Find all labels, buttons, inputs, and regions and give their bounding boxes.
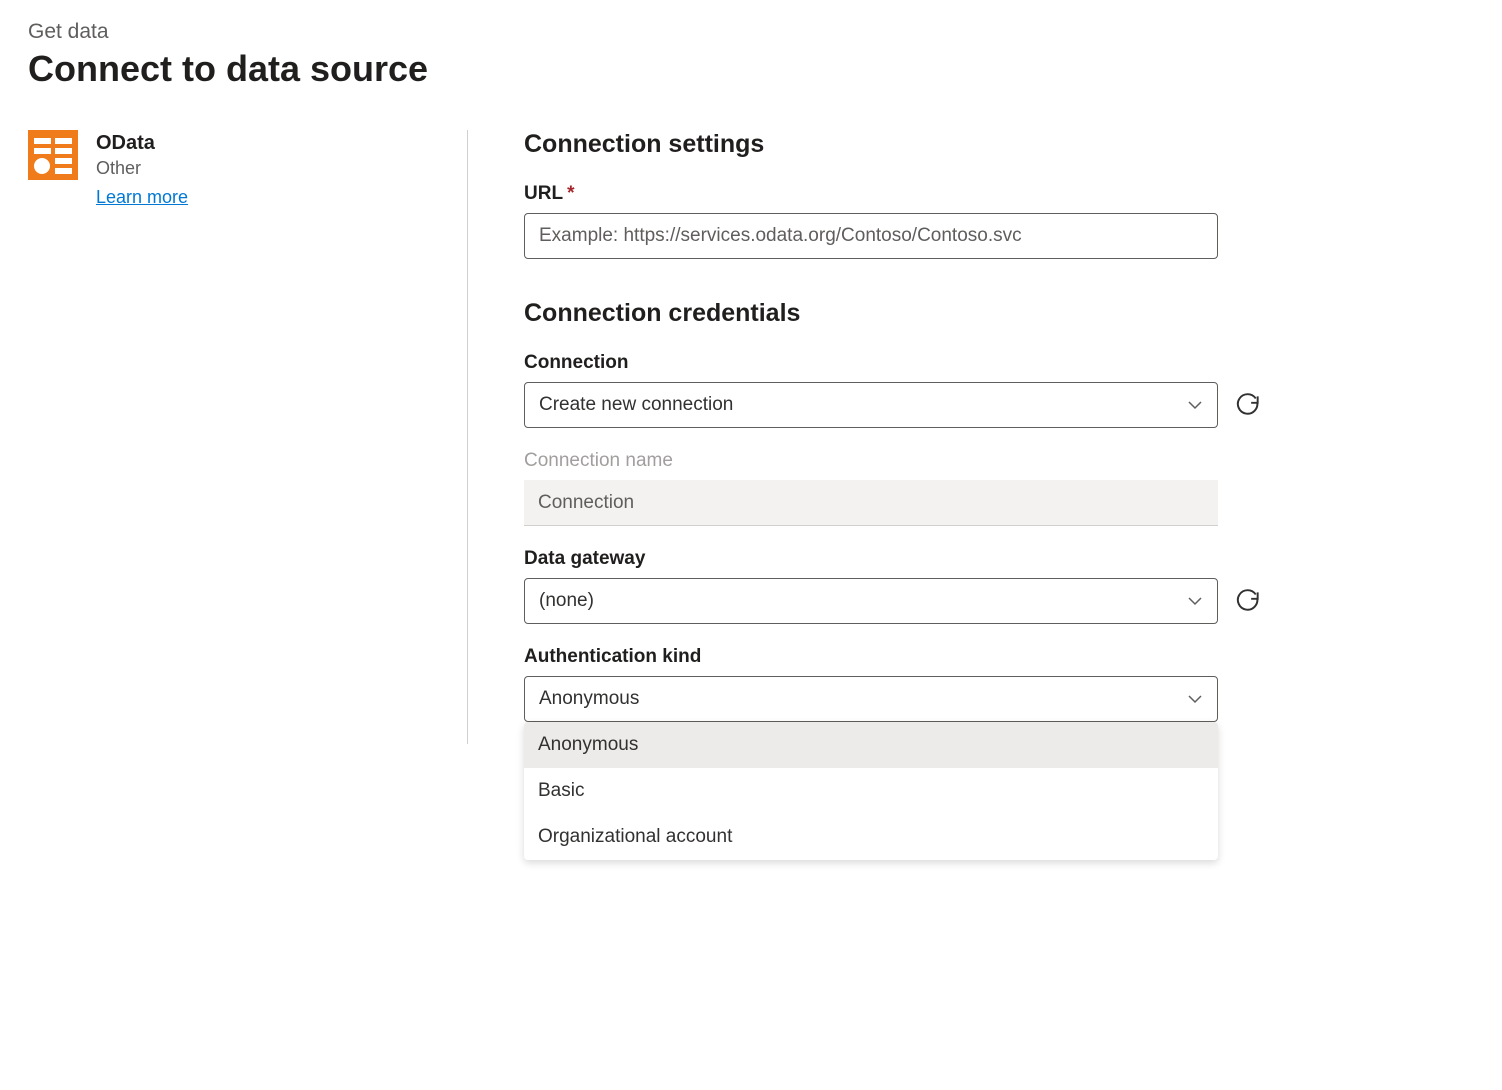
auth-kind-dropdown[interactable]: Anonymous	[524, 676, 1218, 722]
auth-kind-dropdown-value: Anonymous	[539, 688, 639, 710]
chevron-down-icon	[1187, 397, 1203, 413]
connection-dropdown[interactable]: Create new connection	[524, 382, 1218, 428]
connection-settings-title: Connection settings	[524, 130, 1274, 159]
odata-connector-icon	[28, 130, 78, 180]
gateway-dropdown-value: (none)	[539, 590, 594, 612]
chevron-down-icon	[1187, 593, 1203, 609]
connector-sidebar: OData Other Learn more	[28, 130, 468, 744]
page-title: Connect to data source	[28, 48, 1474, 90]
refresh-connection-icon[interactable]	[1236, 392, 1262, 418]
connector-card: OData Other Learn more	[28, 130, 437, 208]
url-label: URL*	[524, 183, 1274, 205]
connector-name: OData	[96, 130, 188, 156]
auth-option-organizational[interactable]: Organizational account	[524, 814, 1218, 860]
auth-option-anonymous[interactable]: Anonymous	[524, 722, 1218, 768]
gateway-label: Data gateway	[524, 548, 1274, 570]
auth-kind-dropdown-list: Anonymous Basic Organizational account	[524, 722, 1218, 860]
required-indicator: *	[567, 183, 574, 204]
refresh-gateway-icon[interactable]	[1236, 588, 1262, 614]
connection-name-input	[524, 480, 1218, 526]
auth-option-basic[interactable]: Basic	[524, 768, 1218, 814]
connection-name-label: Connection name	[524, 450, 1274, 472]
connector-category: Other	[96, 158, 188, 179]
connection-label: Connection	[524, 352, 1274, 374]
url-input[interactable]	[524, 213, 1218, 259]
auth-kind-label: Authentication kind	[524, 646, 1274, 668]
chevron-down-icon	[1187, 691, 1203, 707]
main-form: Connection settings URL* Connection cred…	[468, 130, 1474, 744]
connection-dropdown-value: Create new connection	[539, 394, 733, 416]
learn-more-link[interactable]: Learn more	[96, 187, 188, 208]
connection-credentials-title: Connection credentials	[524, 299, 1274, 328]
breadcrumb: Get data	[28, 20, 1474, 44]
gateway-dropdown[interactable]: (none)	[524, 578, 1218, 624]
